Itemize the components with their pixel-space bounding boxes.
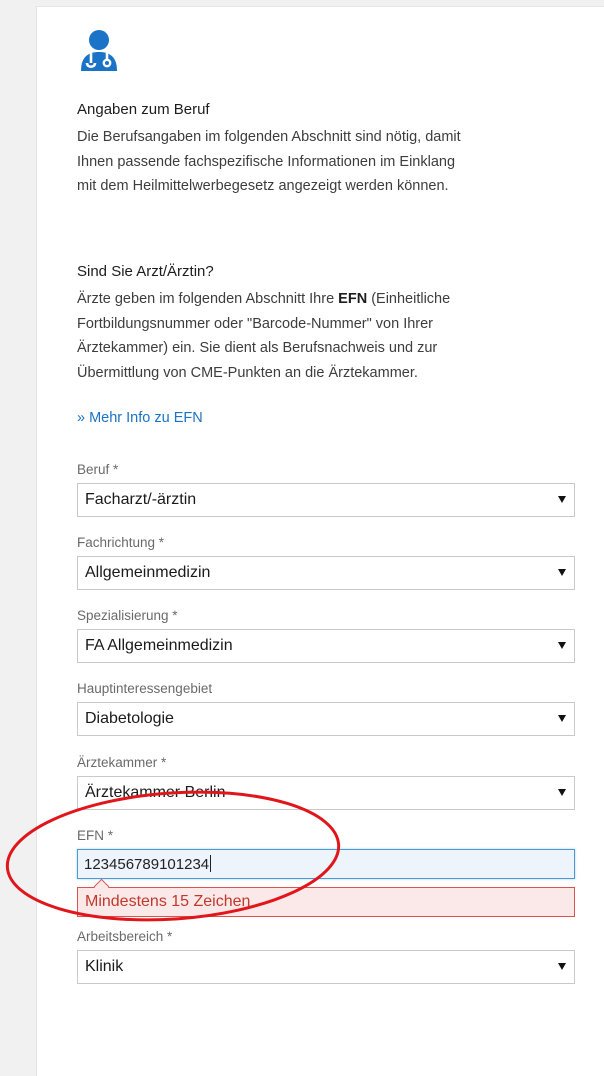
chevron-down-icon: [558, 642, 566, 649]
fachrichtung-select[interactable]: Allgemeinmedizin: [77, 556, 575, 590]
arbeitsbereich-value: Klinik: [85, 958, 124, 975]
error-pointer: [93, 878, 110, 895]
efn-bold-text: EFN: [338, 291, 368, 307]
fachrichtung-label: Fachrichtung *: [77, 535, 165, 550]
chevron-down-icon: [558, 963, 566, 970]
doctor-description-line: Ärztekammer) ein. Sie dient als Berufsna…: [77, 340, 438, 356]
efn-error-message: Mindestens 15 Zeichen: [77, 878, 575, 917]
text-cursor: [210, 855, 212, 872]
aerztekammer-value: Ärztekammer Berlin: [85, 784, 226, 801]
more-info-efn-link[interactable]: » Mehr Info zu EFN: [77, 410, 203, 426]
aerztekammer-label: Ärztekammer *: [77, 755, 167, 770]
profession-description-line: Die Berufsangaben im folgenden Abschnitt…: [77, 129, 461, 145]
doctor-section-title: Sind Sie Arzt/Ärztin?: [77, 263, 214, 280]
hauptinteressengebiet-value: Diabetologie: [85, 710, 174, 727]
chevron-down-icon: [558, 715, 566, 722]
spezialisierung-value: FA Allgemeinmedizin: [85, 637, 233, 654]
beruf-value: Facharzt/-ärztin: [85, 491, 197, 508]
profession-section-title: Angaben zum Beruf: [77, 101, 210, 118]
doctor-description-line: Ärzte geben im folgenden Abschnitt Ihre …: [77, 287, 577, 312]
efn-value-text: 123456789101234: [84, 856, 210, 873]
spezialisierung-label: Spezialisierung *: [77, 608, 178, 623]
arbeitsbereich-select[interactable]: Klinik: [77, 950, 575, 984]
chevron-down-icon: [558, 569, 566, 576]
efn-value: 123456789101234: [84, 855, 212, 873]
doctor-description-text: (Einheitliche: [367, 291, 451, 307]
hauptinteressengebiet-label: Hauptinteressengebiet: [77, 681, 213, 696]
efn-label: EFN *: [77, 828, 114, 843]
efn-error-text: Mindestens 15 Zeichen: [85, 893, 251, 910]
hauptinteressengebiet-select[interactable]: Diabetologie: [77, 702, 575, 736]
beruf-label: Beruf *: [77, 462, 119, 477]
doctor-description-line: Übermittlung von CME-Punkten an die Ärzt…: [77, 364, 418, 381]
profession-description: Die Berufsangaben im folgenden Abschnitt…: [77, 125, 577, 199]
arbeitsbereich-label: Arbeitsbereich *: [77, 929, 173, 944]
doctor-description-line: Fortbildungsnummer oder "Barcode-Nummer"…: [77, 315, 434, 332]
chevron-down-icon: [558, 496, 566, 503]
doctor-description: Ärzte geben im folgenden Abschnitt Ihre …: [77, 287, 577, 385]
efn-input[interactable]: 123456789101234: [77, 849, 575, 879]
chevron-down-icon: [558, 789, 566, 796]
aerztekammer-select[interactable]: Ärztekammer Berlin: [77, 776, 575, 810]
fachrichtung-value: Allgemeinmedizin: [85, 564, 211, 581]
doctor-stethoscope-icon: [81, 30, 117, 71]
spezialisierung-select[interactable]: FA Allgemeinmedizin: [77, 629, 575, 663]
doctor-description-text: Ärzte geben im folgenden Abschnitt Ihre: [77, 291, 339, 307]
profession-description-line: Ihnen passende fachspezifische Informati…: [77, 153, 456, 170]
profession-description-line: mit dem Heilmittelwerbegesetz angezeigt …: [77, 178, 449, 194]
beruf-select[interactable]: Facharzt/-ärztin: [77, 483, 575, 517]
profile-card: Angaben zum Beruf Die Berufsangaben im f…: [36, 6, 604, 1076]
